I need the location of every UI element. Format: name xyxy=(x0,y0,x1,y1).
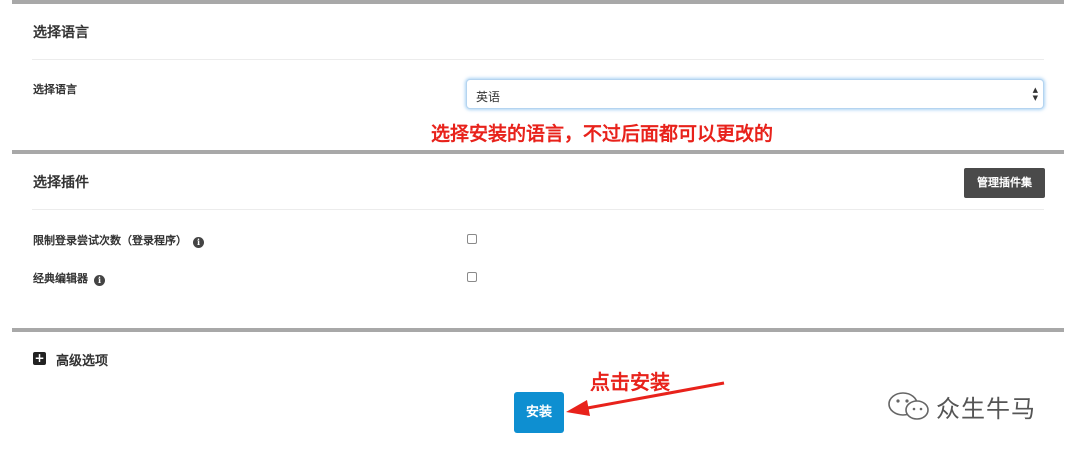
section-title-language: 选择语言 xyxy=(33,25,89,41)
info-icon[interactable]: i xyxy=(193,237,204,248)
section-divider-heavy xyxy=(12,150,1064,154)
language-select[interactable]: 英语 ▲ ▼ xyxy=(466,79,1044,109)
wechat-logo-icon xyxy=(888,392,929,420)
plugin-label-text: 限制登录尝试次数（登录程序） xyxy=(33,234,187,247)
watermark-text: 众生牛马 xyxy=(936,394,1036,423)
plus-square-icon[interactable]: + xyxy=(33,352,46,365)
language-select-value: 英语 xyxy=(476,90,501,104)
manage-plugin-set-button[interactable]: 管理插件集 xyxy=(964,168,1045,198)
section-title-plugins: 选择插件 xyxy=(33,175,89,191)
top-divider xyxy=(12,0,1064,4)
red-arrow xyxy=(566,381,725,416)
plugin-label-classic-editor: 经典编辑器 i xyxy=(33,270,105,286)
plugin-checkbox-limit-login[interactable] xyxy=(467,234,477,244)
select-caret-icon: ▲ ▼ xyxy=(1032,86,1038,102)
language-field-label: 选择语言 xyxy=(33,83,77,96)
watermark: 众生牛马 xyxy=(886,390,1036,423)
install-button[interactable]: 安装 xyxy=(514,392,564,433)
language-annotation: 选择安装的语言，不过后面都可以更改的 xyxy=(431,123,774,145)
info-icon[interactable]: i xyxy=(94,275,105,286)
plugin-checkbox-classic-editor[interactable] xyxy=(467,272,477,282)
section-divider-heavy xyxy=(12,328,1064,332)
plugin-label-limit-login: 限制登录尝试次数（登录程序） i xyxy=(33,232,204,248)
section-divider xyxy=(32,209,1044,210)
section-divider xyxy=(32,59,1044,60)
plugin-label-text: 经典编辑器 xyxy=(33,272,88,285)
advanced-options-toggle[interactable]: 高级选项 xyxy=(56,350,108,369)
